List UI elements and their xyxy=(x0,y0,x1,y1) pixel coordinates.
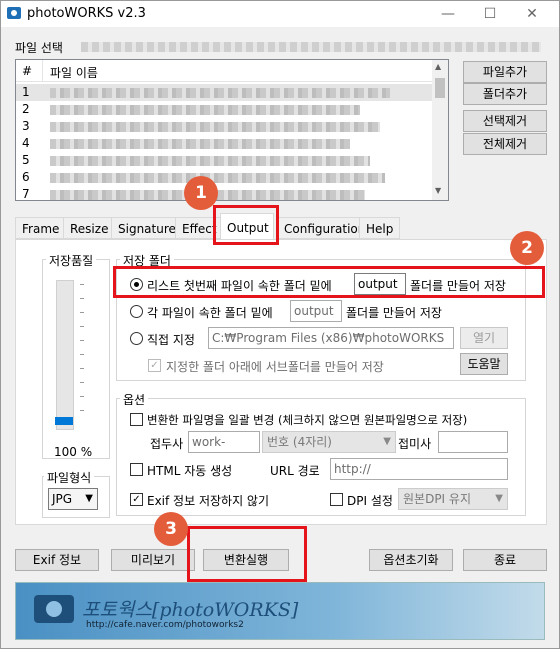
exif-checkbox[interactable]: ✓ xyxy=(130,493,143,506)
remove-all-button[interactable]: 전체제거 xyxy=(463,133,547,155)
preview-button[interactable]: 미리보기 xyxy=(111,549,195,571)
highlight-output-tab xyxy=(213,205,279,245)
banner-url: http://cafe.naver.com/photoworks2 xyxy=(86,620,244,630)
dpi-checkbox[interactable] xyxy=(330,493,343,506)
help-button[interactable]: 도움말 xyxy=(460,353,508,375)
format-select[interactable]: JPG ▼ xyxy=(48,488,98,510)
suffix-input[interactable] xyxy=(438,431,508,453)
column-num: # xyxy=(22,64,33,78)
dpi-select[interactable]: 원본DPI 유지 ▼ xyxy=(398,488,508,510)
highlight-convert xyxy=(187,526,307,582)
number-select[interactable]: 번호 (4자리) ▼ xyxy=(262,431,396,453)
url-label: URL 경로 xyxy=(270,464,320,478)
app-window: photoWORKS v2.3 — ☐ ✕ 파일 선택 # 파일 이름 1 2 … xyxy=(0,0,560,649)
quality-value: 100 % xyxy=(54,445,93,459)
custom-path-input[interactable]: C:₩Program Files (x86)₩photoWORKS xyxy=(208,327,454,349)
quality-ticks xyxy=(80,284,84,424)
quality-slider-thumb[interactable] xyxy=(55,417,73,425)
opt3-text: 직접 지정 xyxy=(147,333,195,347)
list-item[interactable]: 1 xyxy=(16,84,434,101)
callout-3: 3 xyxy=(154,512,188,546)
scroll-up-icon[interactable]: ▲ xyxy=(435,62,441,71)
window-title: photoWORKS v2.3 xyxy=(27,6,146,21)
file-list[interactable]: # 파일 이름 1 2 3 4 5 6 7 ▲ ▼ xyxy=(15,59,449,201)
tab-frame[interactable]: Frame xyxy=(15,217,67,239)
quality-slider-track[interactable] xyxy=(55,280,74,430)
list-item[interactable]: 4 xyxy=(16,135,434,152)
opt2-text: 각 파일이 속한 폴더 밑에 xyxy=(147,306,273,320)
suffix-label: 접미사 xyxy=(398,437,432,451)
scroll-down-icon[interactable]: ▼ xyxy=(435,186,441,195)
tab-resize[interactable]: Resize xyxy=(63,217,116,239)
list-item[interactable]: 5 xyxy=(16,152,434,169)
maximize-button[interactable]: ☐ xyxy=(475,4,505,24)
list-item[interactable]: 2 xyxy=(16,101,434,118)
list-item[interactable]: 7 xyxy=(16,186,434,200)
camera-icon xyxy=(7,7,21,19)
open-folder-button[interactable]: 열기 xyxy=(460,327,508,349)
column-filename: 파일 이름 xyxy=(50,66,98,80)
radio-each-file-folder[interactable] xyxy=(130,305,143,318)
html-label: HTML 자동 생성 xyxy=(147,464,233,478)
list-item[interactable]: 6 xyxy=(16,169,434,186)
banner-title: 포토웍스[photoWORKS] xyxy=(82,599,299,621)
highlight-save-option xyxy=(113,266,545,298)
quality-group xyxy=(42,259,110,459)
html-checkbox[interactable] xyxy=(130,463,143,476)
add-folder-button[interactable]: 폴더추가 xyxy=(463,83,547,105)
rename-checkbox[interactable] xyxy=(130,413,143,426)
list-item[interactable]: 3 xyxy=(16,118,434,135)
photoworks-banner[interactable]: 포토웍스[photoWORKS] http://cafe.naver.com/p… xyxy=(15,582,545,640)
remove-selected-button[interactable]: 선택제거 xyxy=(463,110,547,132)
title-bar: photoWORKS v2.3 — ☐ ✕ xyxy=(1,1,559,27)
tab-help[interactable]: Help xyxy=(359,217,401,239)
url-input[interactable]: http:// xyxy=(330,458,508,480)
add-file-button[interactable]: 파일추가 xyxy=(463,61,547,83)
exif-info-button[interactable]: Exif 정보 xyxy=(15,549,99,571)
callout-1: 1 xyxy=(184,176,218,210)
exif-label: Exif 정보 저장하지 않기 xyxy=(147,494,270,508)
list-scrollbar[interactable]: ▲ ▼ xyxy=(432,60,448,200)
format-label: 파일형식 xyxy=(44,469,95,486)
opt2-suffix: 폴더를 만들어 저장 xyxy=(346,306,442,320)
list-header: # 파일 이름 xyxy=(16,60,434,82)
subfolder-checkbox[interactable]: ✓ xyxy=(148,359,161,372)
tab-signature[interactable]: Signature xyxy=(111,217,183,239)
close-button[interactable]: ✕ xyxy=(517,4,547,24)
minimize-button[interactable]: — xyxy=(433,4,463,24)
radio-custom-folder[interactable] xyxy=(130,332,143,345)
file-section-label: 파일 선택 xyxy=(15,41,63,55)
subfolder-label: 지정한 폴더 아래에 서브폴더를 만들어 저장 xyxy=(166,360,384,374)
prefix-label: 접두사 xyxy=(150,437,184,451)
reset-options-button[interactable]: 옵션초기화 xyxy=(369,549,453,571)
quality-label: 저장품질 xyxy=(46,252,97,269)
blurred-path xyxy=(81,42,541,52)
options-label: 옵션 xyxy=(120,391,149,408)
scroll-thumb[interactable] xyxy=(435,78,445,98)
callout-2: 2 xyxy=(510,231,544,265)
column-divider xyxy=(42,60,43,82)
camera-icon xyxy=(34,595,74,623)
chevron-down-icon: ▼ xyxy=(495,493,503,504)
prefix-input[interactable]: work- xyxy=(188,431,260,453)
rename-label: 변환한 파일명을 일괄 변경 (체크하지 않으면 원본파일명으로 저장) xyxy=(147,413,468,427)
opt2-folder-input[interactable]: output xyxy=(290,300,342,322)
chevron-down-icon: ▼ xyxy=(85,493,93,504)
chevron-down-icon: ▼ xyxy=(383,436,391,447)
exit-button[interactable]: 종료 xyxy=(463,549,547,571)
dpi-label: DPI 설정 xyxy=(347,494,393,508)
